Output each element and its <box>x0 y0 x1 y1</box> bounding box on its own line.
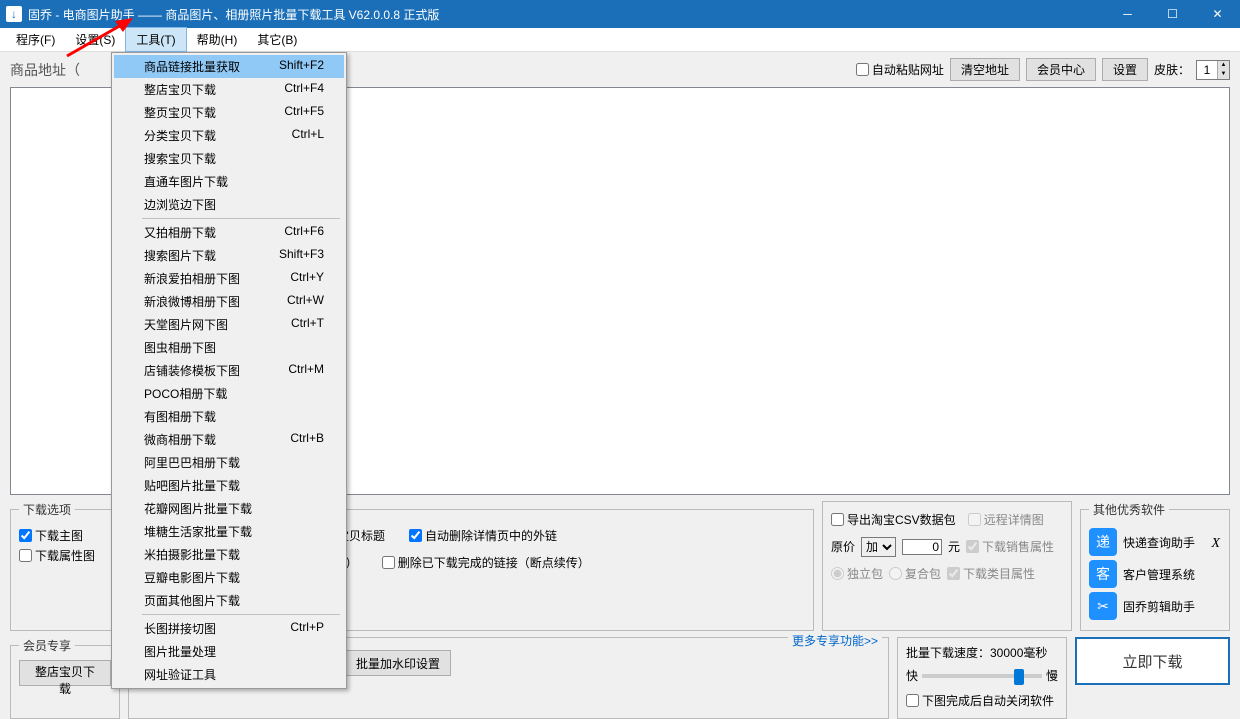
minimize-button[interactable]: ─ <box>1105 0 1150 28</box>
member-center-button[interactable]: 会员中心 <box>1026 58 1096 81</box>
spin-up-icon[interactable]: ▲ <box>1217 61 1229 70</box>
skin-label: 皮肤： <box>1154 61 1190 78</box>
auto-delete-links-checkbox[interactable]: 自动删除详情页中的外链 <box>409 527 557 544</box>
menu-other[interactable]: 其它(B) <box>247 28 307 51</box>
download-main-checkbox[interactable]: 下载主图 <box>19 527 111 544</box>
menu-program[interactable]: 程序(F) <box>6 28 65 51</box>
menu-item[interactable]: 店铺装修模板下图Ctrl+M <box>114 359 344 382</box>
menu-item[interactable]: POCO相册下载 <box>114 382 344 405</box>
menu-item[interactable]: 花瓣网图片批量下载 <box>114 497 344 520</box>
menu-item[interactable]: 有图相册下载 <box>114 405 344 428</box>
window-title: 固乔 - 电商图片助手 —— 商品图片、相册照片批量下载工具 V62.0.0.8… <box>28 6 1105 23</box>
more-features-link[interactable]: 更多专享功能>> <box>788 632 882 649</box>
express-icon: 递 <box>1089 528 1117 556</box>
app-icon: ↓ <box>6 6 22 22</box>
menu-item[interactable]: 阿里巴巴相册下载 <box>114 451 344 474</box>
menu-item[interactable]: 分类宝贝下载Ctrl+L <box>114 124 344 147</box>
address-label: 商品地址（ <box>10 60 80 80</box>
single-pack-radio: 独立包 <box>831 565 883 582</box>
watermark-button[interactable]: 批量加水印设置 <box>345 650 451 676</box>
menu-item[interactable]: 整店宝贝下载Ctrl+F4 <box>114 78 344 101</box>
clip-icon: ✂ <box>1089 592 1117 620</box>
export-csv-checkbox[interactable]: 导出淘宝CSV数据包 <box>831 511 956 528</box>
menu-item[interactable]: 堆糖生活家批量下载 <box>114 520 344 543</box>
csv-export-group: 导出淘宝CSV数据包 远程详情图 原价 加 元 下载销售属性 独立包 复合包 下… <box>822 501 1072 631</box>
menu-tools[interactable]: 工具(T) <box>125 27 186 52</box>
delete-completed-checkbox[interactable]: 删除已下载完成的链接（断点续传） <box>382 554 590 571</box>
settings-button[interactable]: 设置 <box>1102 58 1148 81</box>
download-now-button[interactable]: 立即下载 <box>1075 637 1230 685</box>
price-input[interactable] <box>902 539 942 555</box>
auto-close-checkbox[interactable]: 下图完成后自动关闭软件 <box>906 692 1058 709</box>
menu-item[interactable]: 直通车图片下载 <box>114 170 344 193</box>
tools-dropdown: 商品链接批量获取Shift+F2整店宝贝下载Ctrl+F4整页宝贝下载Ctrl+… <box>111 52 347 689</box>
menu-item[interactable]: 图虫相册下图 <box>114 336 344 359</box>
menu-item[interactable]: 微商相册下载Ctrl+B <box>114 428 344 451</box>
spin-down-icon[interactable]: ▼ <box>1217 70 1229 79</box>
menu-item[interactable]: 米拍摄影批量下载 <box>114 543 344 566</box>
speed-group: 批量下载速度：30000毫秒 快 慢 下图完成后自动关闭软件 <box>897 637 1067 719</box>
whole-shop-button[interactable]: 整店宝贝下载 <box>19 660 111 686</box>
menu-item[interactable]: 边浏览边下图 <box>114 193 344 216</box>
remote-detail-checkbox: 远程详情图 <box>968 511 1044 528</box>
speed-label: 批量下载速度：30000毫秒 <box>906 644 1058 661</box>
skin-value[interactable] <box>1197 61 1217 79</box>
menu-item[interactable]: 整页宝贝下载Ctrl+F5 <box>114 101 344 124</box>
dl-cat-attr-checkbox: 下载类目属性 <box>947 565 1035 582</box>
x-badge: X <box>1211 536 1220 552</box>
menu-item[interactable]: 搜索宝贝下载 <box>114 147 344 170</box>
clear-address-button[interactable]: 清空地址 <box>950 58 1020 81</box>
price-op-select[interactable]: 加 <box>861 537 896 557</box>
titlebar: ↓ 固乔 - 电商图片助手 —— 商品图片、相册照片批量下载工具 V62.0.0… <box>0 0 1240 28</box>
other-app-express[interactable]: 递快递查询助手 <box>1089 528 1221 556</box>
crm-icon: 客 <box>1089 560 1117 588</box>
menu-item[interactable]: 贴吧图片批量下载 <box>114 474 344 497</box>
download-attr-checkbox[interactable]: 下载属性图 <box>19 547 111 564</box>
menu-item[interactable]: 豆瓣电影图片下载 <box>114 566 344 589</box>
dl-sale-attr-checkbox: 下载销售属性 <box>966 538 1054 555</box>
menu-item[interactable]: 新浪微博相册下图Ctrl+W <box>114 290 344 313</box>
maximize-button[interactable]: ☐ <box>1150 0 1195 28</box>
menu-item[interactable]: 网址验证工具 <box>114 663 344 686</box>
auto-paste-checkbox[interactable]: 自动粘贴网址 <box>856 61 944 78</box>
menu-settings[interactable]: 设置(S) <box>65 28 125 51</box>
menubar: 程序(F) 设置(S) 工具(T) 帮助(H) 其它(B) <box>0 28 1240 52</box>
vip-group: 会员专享 整店宝贝下载 <box>10 637 120 719</box>
menu-item[interactable]: 天堂图片网下图Ctrl+T <box>114 313 344 336</box>
other-software-group: 其他优秀软件 递快递查询助手 客客户管理系统 ✂固乔剪辑助手 <box>1080 501 1230 631</box>
other-app-crm[interactable]: 客客户管理系统 <box>1089 560 1221 588</box>
menu-item[interactable]: 又拍相册下载Ctrl+F6 <box>114 221 344 244</box>
skin-spinner[interactable]: ▲▼ <box>1196 60 1230 80</box>
menu-help[interactable]: 帮助(H) <box>187 28 248 51</box>
menu-item[interactable]: 长图拼接切图Ctrl+P <box>114 617 344 640</box>
download-options-group: 下载选项 下载主图 下载属性图 <box>10 501 120 631</box>
combo-pack-radio: 复合包 <box>889 565 941 582</box>
menu-item[interactable]: 搜索图片下载Shift+F3 <box>114 244 344 267</box>
menu-item[interactable]: 新浪爱拍相册下图Ctrl+Y <box>114 267 344 290</box>
price-label: 原价 <box>831 538 855 555</box>
menu-item[interactable]: 页面其他图片下载 <box>114 589 344 612</box>
close-button[interactable]: ✕ <box>1195 0 1240 28</box>
speed-slider[interactable] <box>922 674 1042 678</box>
menu-item[interactable]: 图片批量处理 <box>114 640 344 663</box>
other-app-clip[interactable]: ✂固乔剪辑助手 <box>1089 592 1221 620</box>
menu-item[interactable]: 商品链接批量获取Shift+F2 <box>114 55 344 78</box>
